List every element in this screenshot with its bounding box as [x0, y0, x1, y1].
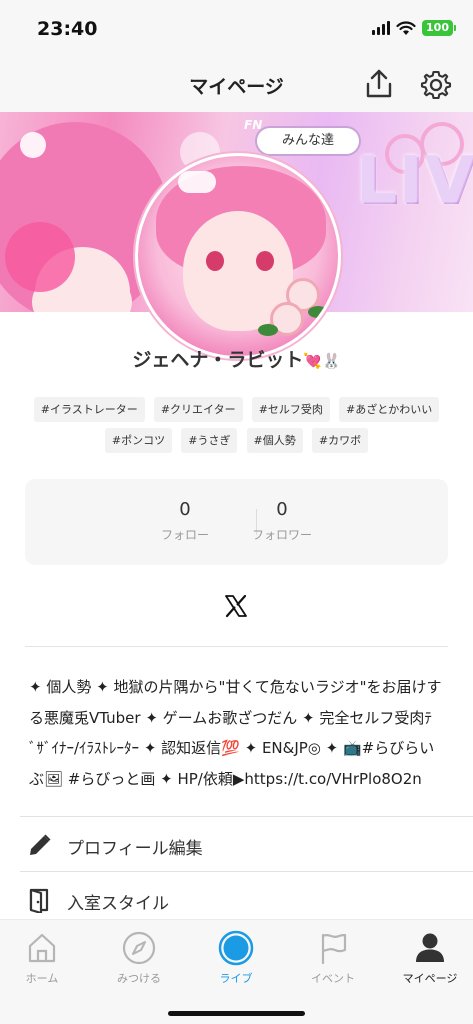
profile-tags-row-1: #イラストレーター #クリエイター #セルフ受肉 #あざとかわいい	[20, 397, 453, 422]
tab-mypage[interactable]: マイページ	[390, 930, 470, 986]
page-title: マイページ	[189, 76, 284, 98]
avatar-eye-left	[206, 251, 224, 271]
person-icon	[416, 933, 444, 962]
profile-tag[interactable]: #カワボ	[311, 428, 369, 453]
edit-profile-menu-item[interactable]: プロフィール編集	[0, 817, 473, 871]
profile-name-text: ジェヘナ・ラビット	[132, 349, 304, 371]
profile-bio: ✦ 個人勢 ✦ 地獄の片隅から"甘くて危ないラジオ"をお届けす る悪魔兎VTub…	[29, 672, 447, 794]
profile-tag[interactable]: #あざとかわいい	[339, 397, 440, 422]
share-icon[interactable]	[364, 68, 394, 100]
tab-event[interactable]: イベント	[293, 930, 373, 986]
battery-icon: 100	[422, 20, 456, 36]
tab-event-label: イベント	[311, 972, 355, 985]
home-indicator	[168, 1011, 305, 1016]
avatar-leaf	[308, 306, 328, 318]
entry-style-label: 入室スタイル	[67, 894, 169, 914]
profile-tag[interactable]: #うさぎ	[181, 428, 238, 453]
following-label: フォロー	[160, 528, 209, 542]
compass-icon	[122, 931, 156, 965]
tab-discover[interactable]: みつける	[99, 930, 179, 986]
profile-name-emoji: 💘🐰	[303, 352, 341, 370]
follow-stats-card: 0 フォロー 0 フォロワー	[25, 479, 448, 565]
tab-home[interactable]: ホーム	[2, 930, 82, 986]
flag-icon	[321, 933, 347, 965]
profile-tag[interactable]: #クリエイター	[153, 397, 243, 422]
navigation-bar: マイページ	[0, 58, 473, 112]
avatar[interactable]	[135, 153, 341, 359]
x-logo-icon[interactable]	[224, 594, 248, 618]
profile-tag[interactable]: #セルフ受肉	[251, 397, 330, 422]
status-time: 23:40	[37, 18, 98, 40]
banner-tag-label: みんな達	[255, 126, 361, 156]
followers-label: フォロワー	[251, 528, 312, 542]
profile-tag[interactable]: #ポンコツ	[104, 428, 173, 453]
banner-sparkle	[20, 132, 46, 158]
wifi-icon	[396, 20, 416, 35]
door-icon	[29, 888, 49, 913]
tab-live[interactable]: ライブ	[196, 930, 276, 986]
bio-line: ﾞｻﾞｲﾅｰ/ｲﾗｽﾄﾚｰﾀｰ ✦ 認知返信💯 ✦ EN&JP◎ ✦ 📺#らびら…	[29, 739, 435, 757]
tab-discover-label: みつける	[117, 972, 161, 985]
profile-tags-row-2: #ポンコツ #うさぎ #個人勢 #カワボ	[20, 428, 453, 453]
following-count: 0	[179, 499, 191, 520]
gear-icon[interactable]	[420, 69, 452, 101]
banner-live-text: LIVE	[356, 144, 473, 218]
followers-stat[interactable]: 0 フォロワー	[232, 499, 332, 543]
followers-count: 0	[276, 499, 288, 520]
following-stat[interactable]: 0 フォロー	[135, 499, 235, 543]
status-icons: 100	[372, 20, 456, 36]
bottom-tab-bar: ホーム みつける ライブ イベント マイページ	[0, 919, 473, 1024]
tab-mypage-label: マイページ	[402, 972, 458, 985]
avatar-leaf	[258, 324, 278, 336]
entry-style-menu-item[interactable]: 入室スタイル	[0, 872, 473, 926]
profile-name: ジェヘナ・ラビット💘🐰	[0, 345, 473, 372]
cellular-signal-icon	[372, 21, 390, 35]
profile-tag[interactable]: #イラストレーター	[33, 397, 145, 422]
profile-tag[interactable]: #個人勢	[246, 428, 303, 453]
banner-heart-deco	[5, 222, 75, 292]
avatar-badge	[178, 171, 216, 193]
home-icon	[28, 933, 56, 963]
tab-live-label: ライブ	[219, 972, 253, 985]
avatar-eye-right	[256, 251, 274, 271]
bio-line: ✦ 個人勢 ✦ 地獄の片隅から"甘くて危ないラジオ"をお届けす	[29, 678, 442, 696]
edit-profile-label: プロフィール編集	[67, 839, 203, 859]
pencil-icon	[30, 834, 51, 855]
bio-line: る悪魔兎VTuber ✦ ゲームお歌ざつだん ✦ 完全セルフ受肉ﾃ	[29, 708, 432, 727]
status-bar: 23:40 100	[0, 0, 473, 58]
tab-home-label: ホーム	[25, 972, 59, 985]
live-icon	[218, 930, 254, 966]
section-divider	[25, 646, 448, 647]
bio-line[interactable]: ぶ🖼 #らびっと画 ✦ HP/依頼▶https://t.co/VHrPlo8O2…	[29, 764, 447, 795]
